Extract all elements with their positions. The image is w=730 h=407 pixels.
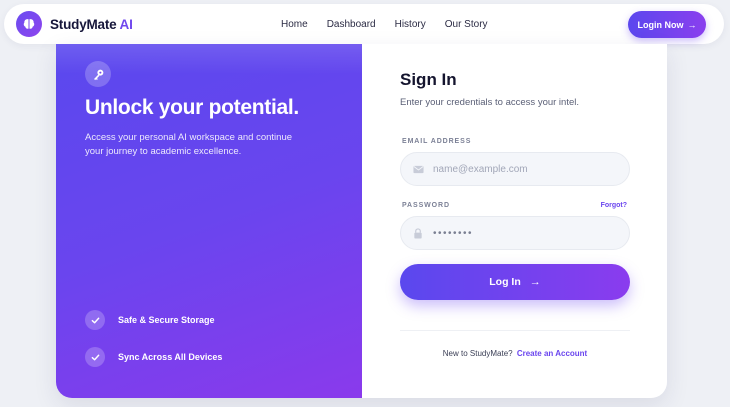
- mail-icon: [411, 162, 425, 176]
- lock-icon: [411, 226, 425, 240]
- nav-history[interactable]: History: [395, 19, 426, 30]
- signin-title: Sign In: [400, 70, 457, 89]
- auth-card: Unlock your potential. Access your perso…: [56, 44, 667, 398]
- email-label: EMAIL ADDRESS: [402, 138, 472, 145]
- password-field-wrapper: [400, 216, 630, 250]
- login-button[interactable]: Log In →: [400, 264, 630, 300]
- check-icon: [85, 347, 105, 367]
- key-icon: [85, 61, 111, 87]
- email-field[interactable]: [433, 163, 613, 175]
- login-now-label: Login Now: [637, 19, 684, 30]
- login-button-label: Log In: [489, 276, 521, 288]
- forgot-password-link[interactable]: Forgot?: [601, 202, 627, 209]
- hero-headline: Unlock your potential.: [85, 96, 299, 119]
- nav-links: Home Dashboard History Our Story: [281, 4, 507, 44]
- brand[interactable]: StudyMate AI: [16, 11, 133, 37]
- signin-subtitle: Enter your credentials to access your in…: [400, 97, 580, 108]
- feature-label: Safe & Secure Storage: [118, 315, 215, 325]
- email-field-wrapper: [400, 152, 630, 186]
- signup-prompt-text: New to StudyMate?: [442, 349, 513, 358]
- top-navbar: StudyMate AI Home Dashboard History Our …: [4, 4, 724, 44]
- nav-dashboard[interactable]: Dashboard: [327, 19, 376, 30]
- hero-panel: Unlock your potential. Access your perso…: [56, 44, 362, 398]
- nav-our-story[interactable]: Our Story: [445, 19, 488, 30]
- brand-accent: AI: [119, 16, 133, 32]
- hero-subtext: Access your personal AI workspace and co…: [85, 132, 293, 157]
- feature-label: Sync Across All Devices: [118, 352, 223, 362]
- divider: [400, 330, 630, 331]
- password-field[interactable]: [433, 227, 613, 239]
- arrow-right-icon: →: [529, 276, 541, 288]
- arrow-right-icon: →: [687, 19, 697, 30]
- signup-prompt: New to StudyMate? Create an Account: [400, 349, 630, 358]
- signin-panel: Sign In Enter your credentials to access…: [362, 44, 667, 398]
- feature-item: Sync Across All Devices: [85, 347, 222, 367]
- brain-icon: [16, 11, 42, 37]
- nav-home[interactable]: Home: [281, 19, 308, 30]
- brand-name: StudyMate AI: [50, 16, 133, 32]
- feature-item: Safe & Secure Storage: [85, 310, 215, 330]
- login-now-button[interactable]: Login Now →: [628, 11, 706, 38]
- create-account-link[interactable]: Create an Account: [517, 349, 587, 358]
- check-icon: [85, 310, 105, 330]
- password-label: PASSWORD: [402, 202, 450, 209]
